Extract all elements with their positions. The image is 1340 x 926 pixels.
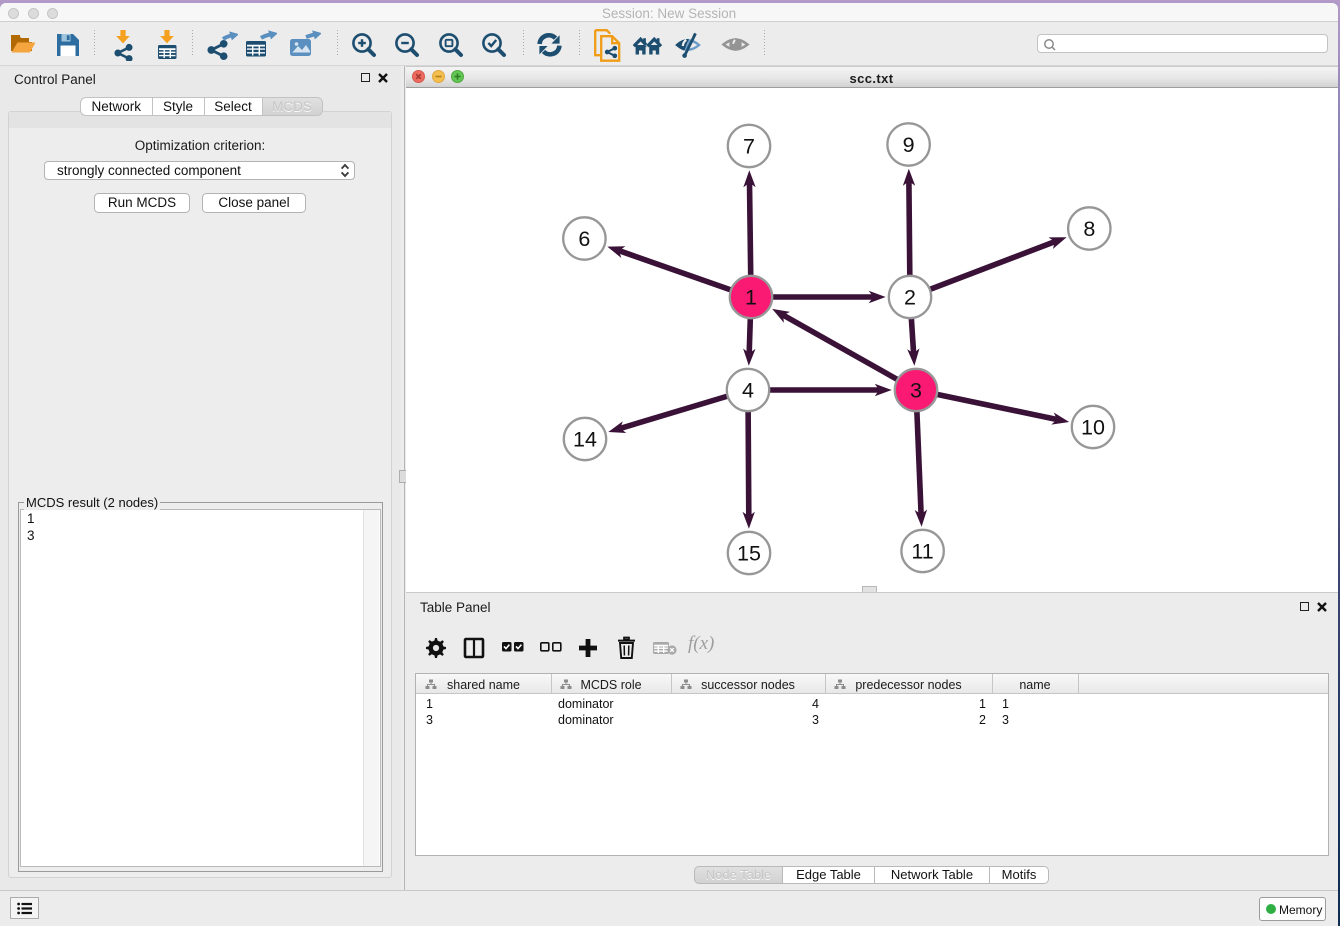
svg-text:14: 14 (573, 427, 597, 451)
svg-text:7: 7 (743, 134, 755, 158)
svg-text:1: 1 (745, 285, 757, 309)
svg-text:2: 2 (904, 285, 916, 309)
svg-text:10: 10 (1081, 415, 1105, 439)
svg-text:15: 15 (737, 541, 761, 565)
svg-text:3: 3 (910, 378, 922, 402)
svg-text:9: 9 (903, 133, 915, 157)
svg-text:6: 6 (578, 227, 590, 251)
svg-text:4: 4 (742, 378, 754, 402)
svg-text:8: 8 (1083, 217, 1095, 241)
svg-text:11: 11 (911, 539, 933, 563)
